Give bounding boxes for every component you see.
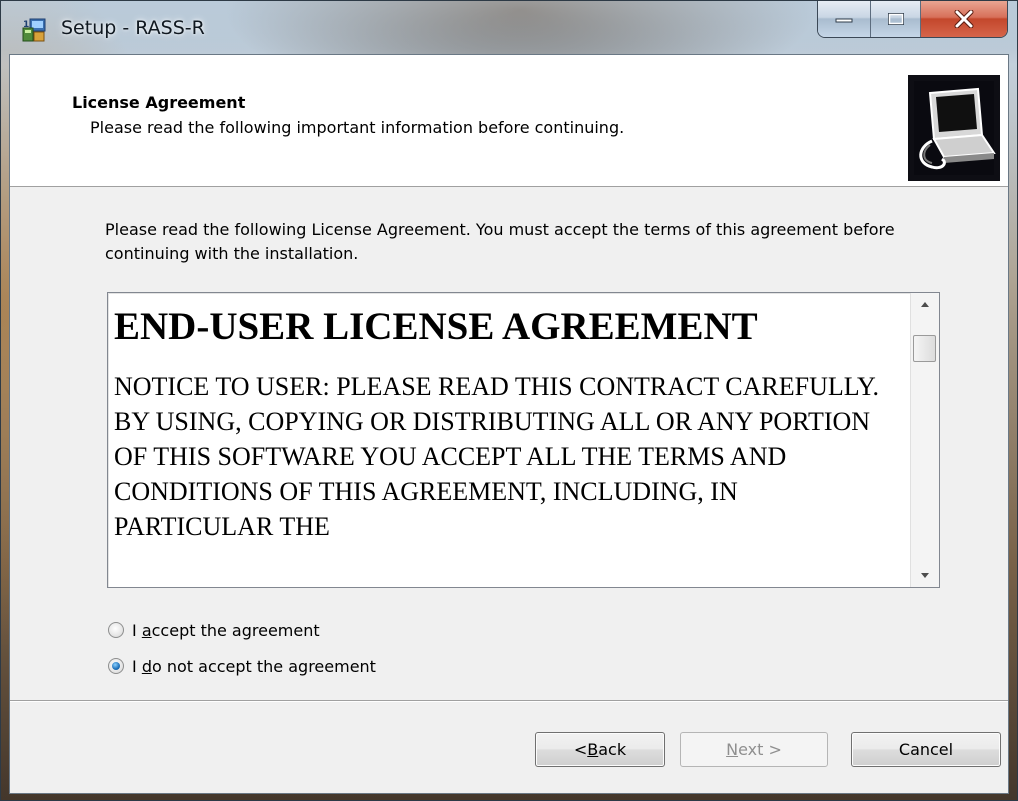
close-icon bbox=[954, 10, 974, 28]
license-text-box[interactable]: END-USER LICENSE AGREEMENT NOTICE TO USE… bbox=[107, 292, 940, 588]
decline-label-accel: d bbox=[141, 656, 152, 676]
computer-setup-icon bbox=[908, 75, 1000, 181]
svg-text:1: 1 bbox=[23, 20, 29, 30]
scroll-up-arrow-icon bbox=[921, 302, 929, 307]
scroll-up-button[interactable] bbox=[911, 293, 939, 319]
scroll-thumb[interactable] bbox=[913, 335, 936, 362]
accept-radio[interactable] bbox=[108, 622, 124, 638]
next-button[interactable]: Next > bbox=[680, 732, 828, 767]
intro-text: Please read the following License Agreem… bbox=[105, 220, 895, 263]
decline-label: I do not accept the agreement bbox=[132, 657, 376, 676]
page-title: License Agreement bbox=[72, 93, 246, 112]
accept-label: I accept the agreement bbox=[132, 621, 320, 640]
page-subtitle: Please read the following important info… bbox=[90, 118, 625, 137]
decline-option[interactable]: I do not accept the agreement bbox=[108, 654, 376, 678]
cancel-button[interactable]: Cancel bbox=[851, 732, 1001, 767]
back-button[interactable]: < Back bbox=[535, 732, 665, 767]
wizard-header: License Agreement Please read the follow… bbox=[10, 55, 1008, 187]
accept-label-pre: I bbox=[132, 620, 142, 640]
license-body: NOTICE TO USER: PLEASE READ THIS CONTRAC… bbox=[114, 372, 879, 541]
back-label-post: ack bbox=[598, 740, 627, 759]
title-bar[interactable]: 1 Setup - RASS-R bbox=[1, 1, 1017, 54]
maximize-icon bbox=[887, 13, 904, 25]
minimize-button[interactable] bbox=[818, 1, 871, 37]
minimize-icon bbox=[835, 18, 853, 23]
decline-label-post: o not accept the agreement bbox=[151, 656, 376, 676]
accept-label-accel: a bbox=[141, 620, 152, 640]
caption-buttons bbox=[817, 1, 1008, 38]
button-separator bbox=[10, 700, 1008, 702]
scroll-down-button[interactable] bbox=[911, 561, 939, 587]
accept-label-post: ccept the agreement bbox=[151, 620, 320, 640]
back-label-pre: < bbox=[573, 740, 588, 759]
next-label-accel: N bbox=[726, 740, 739, 759]
setup-app-icon: 1 bbox=[22, 18, 46, 42]
license-heading: END-USER LICENSE AGREEMENT bbox=[114, 305, 758, 348]
scroll-down-arrow-icon bbox=[921, 573, 929, 578]
window-title: Setup - RASS-R bbox=[61, 17, 205, 39]
setup-window: 1 Setup - RASS-R License Agreement Pleas… bbox=[0, 0, 1018, 801]
next-label-post: ext > bbox=[738, 740, 782, 759]
wizard-client-area: License Agreement Please read the follow… bbox=[9, 54, 1009, 794]
decline-label-pre: I bbox=[132, 656, 142, 676]
back-label-accel: B bbox=[587, 740, 599, 759]
decline-radio[interactable] bbox=[108, 658, 124, 674]
license-scrollbar[interactable] bbox=[910, 293, 939, 587]
maximize-button[interactable] bbox=[871, 1, 921, 37]
close-button[interactable] bbox=[921, 1, 1007, 37]
license-content: END-USER LICENSE AGREEMENT NOTICE TO USE… bbox=[114, 303, 898, 544]
accept-option[interactable]: I accept the agreement bbox=[108, 618, 320, 642]
